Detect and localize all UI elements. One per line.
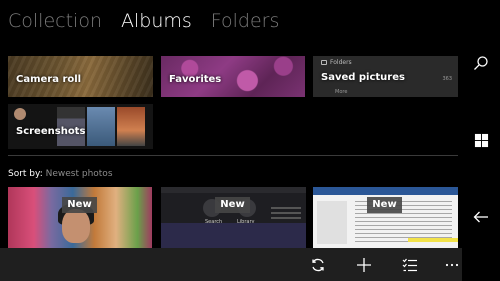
back-icon[interactable] [471, 207, 491, 227]
select-icon[interactable] [399, 254, 421, 276]
photo-content [313, 187, 458, 195]
windows-icon[interactable] [471, 130, 491, 150]
photo-content [317, 201, 347, 244]
sort-value[interactable]: Newest photos [46, 169, 113, 179]
app-bar [0, 248, 462, 281]
tab-folders[interactable]: Folders [211, 6, 280, 36]
folders-tag: Folders [321, 59, 352, 66]
more-icon[interactable] [441, 254, 463, 276]
tab-albums[interactable]: Albums [121, 6, 192, 36]
folders-tag-label: Folders [330, 59, 352, 66]
system-nav-bar [462, 0, 500, 281]
photo-content [271, 207, 301, 221]
sort-control[interactable]: Sort by: Newest photos [8, 169, 113, 179]
avatar [14, 108, 26, 120]
screenshot-thumb [117, 107, 145, 146]
album-screenshots[interactable]: Screenshots [8, 104, 153, 149]
album-favorites[interactable]: Favorites [161, 56, 305, 97]
photo-content [408, 238, 458, 242]
folder-icon [321, 60, 327, 65]
album-saved-pictures[interactable]: Folders 363 Saved pictures More [313, 56, 458, 97]
saved-pictures-more: More [335, 89, 348, 95]
album-label-camera-roll: Camera roll [16, 74, 82, 85]
add-icon[interactable] [353, 254, 375, 276]
photo-content [161, 223, 306, 248]
section-divider [8, 155, 458, 156]
screenshot-thumb [87, 107, 115, 146]
search-icon[interactable] [471, 53, 491, 73]
pivot-header: Collection Albums Folders [8, 6, 279, 36]
new-badge: New [367, 197, 402, 213]
sort-label: Sort by: [8, 169, 43, 179]
sync-icon[interactable] [307, 254, 329, 276]
new-badge: New [62, 197, 97, 213]
album-label-saved-pictures: Saved pictures [321, 72, 405, 83]
album-camera-roll[interactable]: Camera roll [8, 56, 153, 97]
saved-pictures-count: 363 [442, 76, 452, 82]
photo-content [62, 209, 90, 243]
album-label-favorites: Favorites [169, 74, 222, 85]
photo-content [161, 187, 306, 193]
album-label-screenshots: Screenshots [16, 126, 86, 137]
tab-collection[interactable]: Collection [8, 6, 102, 36]
new-badge: New [215, 197, 250, 213]
